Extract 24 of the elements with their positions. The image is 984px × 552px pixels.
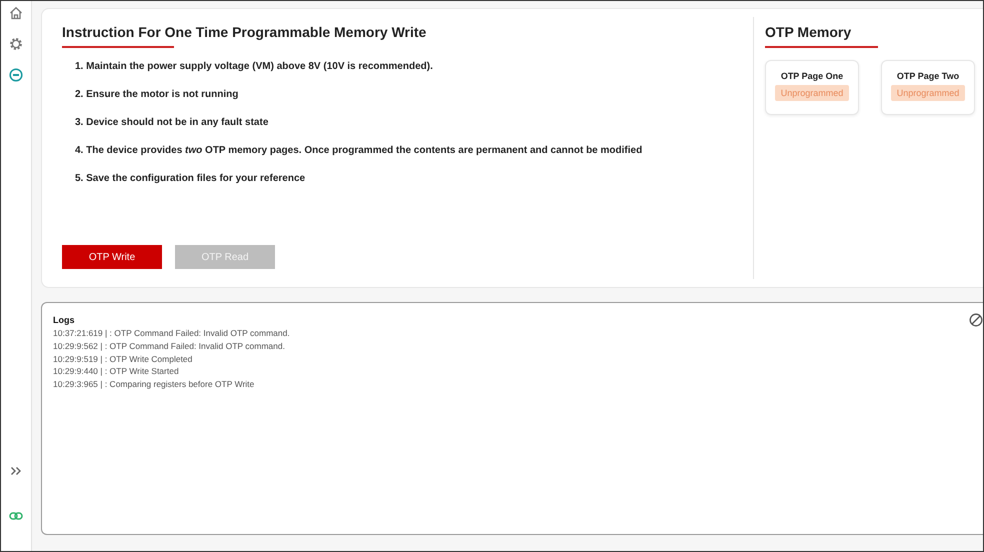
write-button[interactable]: OTP Write: [62, 245, 162, 269]
expand-icon[interactable]: [10, 466, 22, 476]
status-badge: Unprogrammed: [774, 85, 850, 101]
log-entry: 10:29:3:965 | : Comparing registers before OTP Write: [53, 378, 256, 391]
section-title: Instruction For One Time Programmable Memory Write: [62, 24, 428, 40]
log-entry: 10:29:9:519 | : OTP Write Completed: [53, 352, 194, 366]
instruction-step: 5. Save the configuration files for your reference: [75, 172, 753, 185]
instruction-step: 3. Device should not be in any fault state: [75, 116, 753, 129]
settings-icon[interactable]: [9, 37, 23, 51]
status-badge: Unprogrammed: [890, 85, 966, 101]
page-name: OTP Page One: [780, 71, 844, 81]
instruction-step: 1. Maintain the power supply voltage (VM) above 8V (10V is recommended).: [75, 60, 753, 73]
page-name: OTP Page Two: [896, 71, 960, 81]
chip-icon[interactable]: [9, 68, 23, 82]
clear-icon[interactable]: [969, 313, 983, 327]
log-entry: 10:29:9:440 | : OTP Write Started: [53, 365, 180, 378]
home-icon[interactable]: [9, 6, 23, 20]
log-entry: 10:37:21:619 | : OTP Command Failed: Invalid OTP command.: [53, 327, 291, 340]
section-title: OTP Memory: [765, 24, 852, 40]
logs-title: Logs: [53, 315, 76, 325]
instruction-step: 4. The device provides two OTP memory pages. Once programmed the contents are permanent and cannot be modified: [75, 144, 753, 157]
instruction-step: 2. Ensure the motor is not running: [75, 88, 753, 101]
link-icon[interactable]: [9, 511, 23, 521]
log-entry: 10:29:9:562 | : OTP Command Failed: Invalid OTP command.: [53, 340, 286, 353]
